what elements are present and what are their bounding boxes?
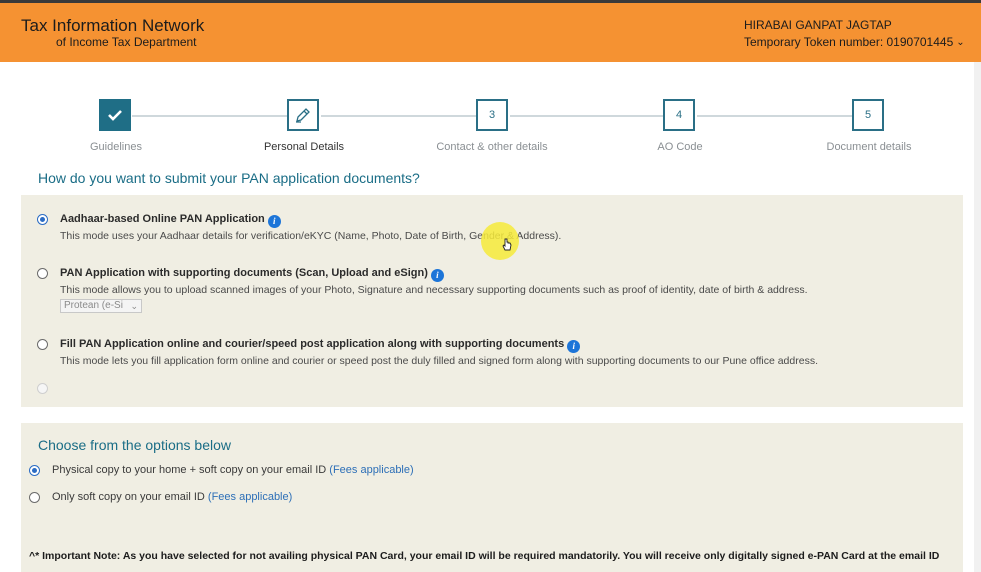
hand-cursor-icon: [502, 238, 512, 251]
step-document-details[interactable]: 5: [852, 99, 884, 131]
user-name: HIRABAI GANPAT JAGTAP: [744, 18, 892, 32]
step-connector: [321, 115, 476, 117]
step-guidelines[interactable]: [99, 99, 131, 131]
step-label: Personal Details: [263, 141, 345, 153]
fees-link[interactable]: (Fees applicable): [329, 464, 413, 476]
step-personal-details[interactable]: [287, 99, 319, 131]
chevron-down-icon: ⌄: [130, 301, 138, 311]
checkmark-icon: [108, 110, 122, 121]
delivery-option-label: Physical copy to your home + soft copy o…: [52, 464, 414, 476]
info-icon[interactable]: i: [567, 340, 581, 353]
radio-physical-and-soft-copy[interactable]: [29, 465, 40, 476]
step-label: Document details: [826, 141, 912, 153]
option-title: PAN Application with supporting document…: [60, 267, 444, 282]
fees-link[interactable]: (Fees applicable): [208, 491, 292, 503]
step-contact-details[interactable]: 3: [476, 99, 508, 131]
cursor-highlight: [481, 222, 519, 260]
step-connector: [510, 115, 663, 117]
page-scrollbar[interactable]: [974, 62, 981, 572]
esign-provider-select[interactable]: Protean (e-Si ⌄: [60, 299, 142, 313]
option-description: This mode allows you to upload scanned i…: [60, 284, 808, 296]
step-label: Contact & other details: [436, 141, 548, 153]
radio-aadhaar-online[interactable]: [37, 214, 48, 225]
step-connector: [697, 115, 852, 117]
chevron-down-icon: ⌄: [956, 37, 965, 48]
option-description: This mode lets you fill application form…: [60, 355, 818, 367]
pencil-icon: [296, 108, 310, 123]
token-text: Temporary Token number: 0190701445: [744, 35, 954, 49]
submission-question: How do you want to submit your PAN appli…: [38, 170, 420, 186]
delivery-title: Choose from the options below: [38, 437, 231, 453]
option-title: Fill PAN Application online and courier/…: [60, 338, 581, 353]
radio-soft-copy-only[interactable]: [29, 492, 40, 503]
token-dropdown[interactable]: Temporary Token number: 0190701445 ⌄: [744, 35, 965, 49]
info-icon[interactable]: i: [430, 269, 444, 282]
site-header: Tax Information Network of Income Tax De…: [0, 3, 981, 62]
brand-subtitle: of Income Tax Department: [56, 35, 197, 49]
delivery-option-label: Only soft copy on your email ID (Fees ap…: [52, 491, 293, 503]
brand-title: Tax Information Network: [21, 16, 205, 35]
step-label: Guidelines: [90, 141, 142, 153]
option-title: Aadhaar-based Online PAN Application i: [60, 213, 281, 228]
step-connector: [132, 115, 287, 117]
step-label: AO Code: [657, 141, 703, 153]
important-note: ^* Important Note: As you have selected …: [29, 550, 940, 562]
radio-courier-post[interactable]: [37, 339, 48, 350]
step-ao-code[interactable]: 4: [663, 99, 695, 131]
radio-disabled-option: [37, 383, 48, 394]
info-icon[interactable]: i: [267, 215, 281, 228]
radio-supporting-documents[interactable]: [37, 268, 48, 279]
